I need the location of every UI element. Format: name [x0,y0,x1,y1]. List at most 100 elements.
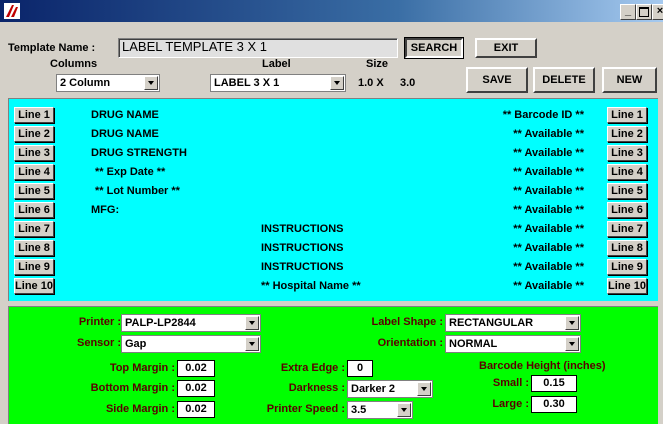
columns-select-value: 2 Column [60,77,111,89]
label-lines-panel: Line 1 DRUG NAME ** Barcode ID ** Line 1 Lin… [8,98,658,301]
line-right-text: ** Available ** [513,185,584,197]
top-margin-input[interactable]: 0.02 [177,360,215,377]
line-right-text: ** Available ** [513,261,584,273]
printer-settings-panel: Printer : PALP-LP2844 Sensor : Gap Label… [8,306,658,424]
chevron-down-icon[interactable] [144,76,158,90]
line-left-text: ** Lot Number ** [95,185,180,197]
side-margin-label: Side Margin : [105,403,175,415]
top-margin-label: Top Margin : [109,362,175,374]
printer-speed-label: Printer Speed : [266,403,345,415]
label-shape-label: Label Shape : [371,316,443,328]
line-right-text: ** Available ** [513,223,584,235]
line-center-text: INSTRUCTIONS [261,223,344,235]
line-left-button[interactable]: Line 10 [14,278,54,294]
line-right-text: ** Available ** [513,166,584,178]
chevron-down-icon[interactable] [565,337,579,351]
sensor-label: Sensor : [76,337,121,349]
columns-select[interactable]: 2 Column [56,74,160,92]
darkness-label: Darkness : [288,382,345,394]
search-button[interactable]: SEARCH [404,37,464,59]
sensor-select[interactable]: Gap [121,335,261,353]
maximize-button[interactable] [636,4,652,20]
minimize-icon: _ [624,5,632,17]
barcode-height-label: Barcode Height (inches) [479,360,606,372]
barcode-large-input[interactable]: 0.30 [531,396,577,413]
line-right-text: ** Available ** [513,147,584,159]
line-left-button[interactable]: Line 7 [14,221,54,237]
printer-speed-select[interactable]: 3.5 [347,401,413,419]
line-right-text: ** Barcode ID ** [502,109,584,121]
line-left-button[interactable]: Line 6 [14,202,54,218]
printer-speed-select-value: 3.5 [351,404,367,416]
label-shape-select[interactable]: RECTANGULAR [445,314,581,332]
app-window: _ × Template Name : LABEL TEMPLATE 3 X 1… [0,0,663,424]
exit-button[interactable]: EXIT [475,38,537,58]
size-label: Size [366,58,389,70]
close-icon: × [656,5,663,17]
save-button[interactable]: SAVE [466,67,528,93]
app-logo-icon [4,3,20,19]
line-right-button[interactable]: Line 7 [607,221,647,237]
line-right-button[interactable]: Line 2 [607,126,647,142]
line-right-button[interactable]: Line 4 [607,164,647,180]
line-right-button[interactable]: Line 9 [607,259,647,275]
label-size-label: Label [262,58,291,70]
chevron-down-icon[interactable] [330,76,344,90]
side-margin-input[interactable]: 0.02 [177,401,215,418]
darkness-select[interactable]: Darker 2 [347,380,433,398]
columns-label: Columns [50,58,98,70]
line-left-button[interactable]: Line 4 [14,164,54,180]
template-name-input[interactable]: LABEL TEMPLATE 3 X 1 [118,38,398,58]
line-right-button[interactable]: Line 10 [607,278,647,294]
line-right-text: ** Available ** [513,242,584,254]
line-left-button[interactable]: Line 8 [14,240,54,256]
new-button[interactable]: NEW [602,67,657,93]
line-right-text: ** Available ** [513,280,584,292]
line-center-text: INSTRUCTIONS [261,242,344,254]
line-left-text: MFG: [91,204,120,216]
chevron-down-icon[interactable] [565,316,579,330]
line-left-button[interactable]: Line 5 [14,183,54,199]
title-bar[interactable]: _ × [0,0,663,22]
orientation-select-value: NORMAL [449,338,498,350]
darkness-select-value: Darker 2 [351,383,396,395]
minimize-button[interactable]: _ [620,4,636,20]
chevron-down-icon[interactable] [245,337,259,351]
orientation-label: Orientation : [377,337,443,349]
line-left-text: DRUG STRENGTH [91,147,187,159]
line-right-button[interactable]: Line 5 [607,183,647,199]
chevron-down-icon[interactable] [397,403,411,417]
label-select-value: LABEL 3 X 1 [214,77,280,89]
line-left-button[interactable]: Line 9 [14,259,54,275]
barcode-small-input[interactable]: 0.15 [531,375,577,392]
printer-label: Printer : [78,316,121,328]
printer-select[interactable]: PALP-LP2844 [121,314,261,332]
line-left-button[interactable]: Line 3 [14,145,54,161]
line-right-text: ** Available ** [513,204,584,216]
chevron-down-icon[interactable] [417,382,431,396]
size-width: 1.0 X [358,77,384,89]
extra-edge-label: Extra Edge : [280,362,345,374]
line-right-text: ** Available ** [513,128,584,140]
label-shape-select-value: RECTANGULAR [449,317,534,329]
line-left-text: DRUG NAME [91,128,159,140]
label-select[interactable]: LABEL 3 X 1 [210,74,346,92]
orientation-select[interactable]: NORMAL [445,335,581,353]
line-right-button[interactable]: Line 1 [607,107,647,123]
size-height: 3.0 [400,77,416,89]
line-right-button[interactable]: Line 3 [607,145,647,161]
chevron-down-icon[interactable] [245,316,259,330]
line-right-button[interactable]: Line 6 [607,202,647,218]
close-button[interactable]: × [652,4,663,20]
line-right-button[interactable]: Line 8 [607,240,647,256]
extra-edge-input[interactable]: 0 [347,360,373,377]
line-center-text: ** Hospital Name ** [261,280,361,292]
line-left-text: DRUG NAME [91,109,159,121]
delete-button[interactable]: DELETE [533,67,595,93]
line-left-text: ** Exp Date ** [95,166,166,178]
line-left-button[interactable]: Line 1 [14,107,54,123]
line-center-text: INSTRUCTIONS [261,261,344,273]
line-left-button[interactable]: Line 2 [14,126,54,142]
large-label: Large : [492,398,529,410]
bottom-margin-input[interactable]: 0.02 [177,380,215,397]
